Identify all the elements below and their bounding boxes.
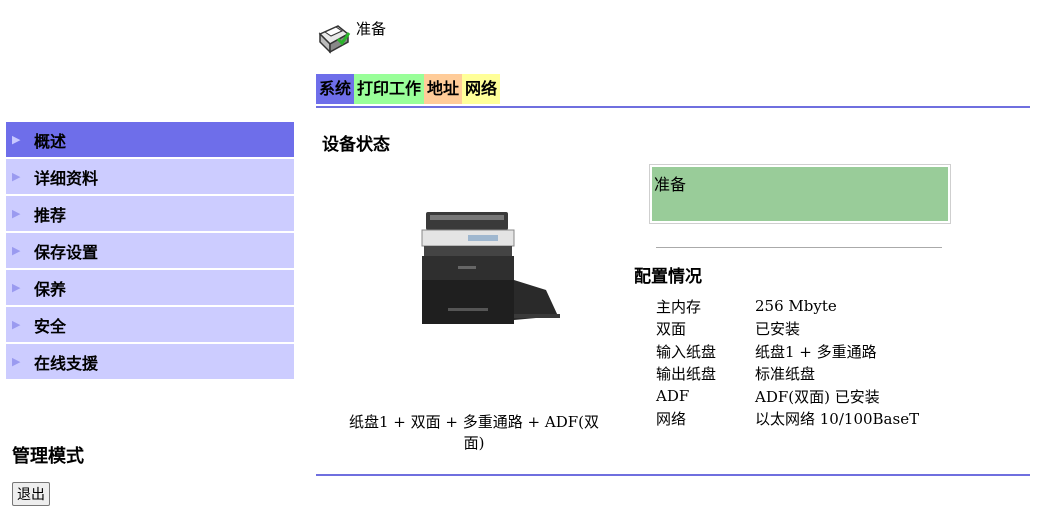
sidebar: ▶ 概述 ▶ 详细资料 ▶ 推荐 ▶ 保存设置 ▶ 保养 ▶ 安全 ▶ 在线支援: [6, 122, 294, 381]
sidebar-item-recommended[interactable]: ▶ 推荐: [6, 196, 294, 231]
config-key: 主内存: [656, 297, 702, 316]
sidebar-item-online-support[interactable]: ▶ 在线支援: [6, 344, 294, 379]
config-value: 已安装: [755, 320, 801, 339]
tab-system[interactable]: 系统: [316, 74, 355, 104]
status-text: 准备: [356, 20, 387, 38]
config-value: 纸盘1 + 多重通路: [755, 342, 877, 361]
sidebar-item-label: 推荐: [34, 205, 67, 225]
sidebar-item-save-settings[interactable]: ▶ 保存设置: [6, 233, 294, 268]
config-value: 以太网络 10/100BaseT: [755, 410, 920, 429]
bottom-divider: [316, 474, 1030, 476]
device-status-box: 准备: [650, 165, 950, 223]
config-row: ADF ADF(双面) 已安装: [656, 385, 919, 408]
triangle-right-icon: ▶: [12, 355, 21, 368]
printer-status-icon: [318, 25, 351, 54]
logout-button[interactable]: 退出: [12, 482, 50, 506]
config-key: 双面: [656, 320, 687, 339]
config-row: 输出纸盘 标准纸盘: [656, 363, 919, 386]
config-row: 网络 以太网络 10/100BaseT: [656, 408, 919, 431]
sidebar-item-label: 保养: [34, 279, 67, 299]
config-row: 双面 已安装: [656, 318, 919, 341]
config-key: 输出纸盘: [656, 365, 717, 384]
sidebar-item-label: 概述: [34, 131, 67, 151]
config-key: 网络: [656, 410, 687, 429]
tab-bar: 系统 打印工作 地址 网络: [316, 74, 501, 104]
paper-path-description: 纸盘1 + 双面 + 多重通路 + ADF(双 面): [316, 412, 632, 454]
admin-mode-title: 管理模式: [12, 446, 84, 467]
section-title: 设备状态: [322, 135, 390, 155]
config-title: 配置情况: [634, 267, 702, 287]
paper-path-line: 面): [463, 434, 485, 452]
config-table: 主内存 256 Mbyte 双面 已安装 输入纸盘 纸盘1 + 多重通路 输出纸…: [656, 295, 919, 430]
sidebar-item-label: 安全: [34, 316, 67, 336]
paper-path-line: 纸盘1 + 双面 + 多重通路 + ADF(双: [349, 413, 599, 431]
sidebar-item-maintenance[interactable]: ▶ 保养: [6, 270, 294, 305]
tab-print-jobs[interactable]: 打印工作: [354, 74, 425, 104]
sidebar-item-label: 详细资料: [34, 168, 99, 188]
config-row: 主内存 256 Mbyte: [656, 295, 919, 318]
config-key: ADF: [656, 387, 690, 406]
printer-image: [421, 212, 560, 324]
config-value: 256 Mbyte: [755, 297, 837, 316]
triangle-right-icon: ▶: [12, 244, 21, 257]
sidebar-item-overview[interactable]: ▶ 概述: [6, 122, 294, 157]
config-key: 输入纸盘: [656, 342, 717, 361]
divider: [656, 247, 942, 248]
sidebar-item-security[interactable]: ▶ 安全: [6, 307, 294, 342]
sidebar-item-label: 在线支援: [34, 353, 99, 373]
triangle-right-icon: ▶: [12, 318, 21, 331]
triangle-right-icon: ▶: [12, 133, 21, 146]
tab-address[interactable]: 地址: [424, 74, 463, 104]
triangle-right-icon: ▶: [12, 207, 21, 220]
config-value: 标准纸盘: [755, 365, 816, 384]
sidebar-item-details[interactable]: ▶ 详细资料: [6, 159, 294, 194]
tab-network[interactable]: 网络: [462, 74, 501, 104]
triangle-right-icon: ▶: [12, 281, 21, 294]
tab-divider: [316, 106, 1030, 108]
triangle-right-icon: ▶: [12, 170, 21, 183]
config-row: 输入纸盘 纸盘1 + 多重通路: [656, 340, 919, 363]
sidebar-item-label: 保存设置: [34, 242, 99, 262]
config-value: ADF(双面) 已安装: [755, 387, 880, 406]
